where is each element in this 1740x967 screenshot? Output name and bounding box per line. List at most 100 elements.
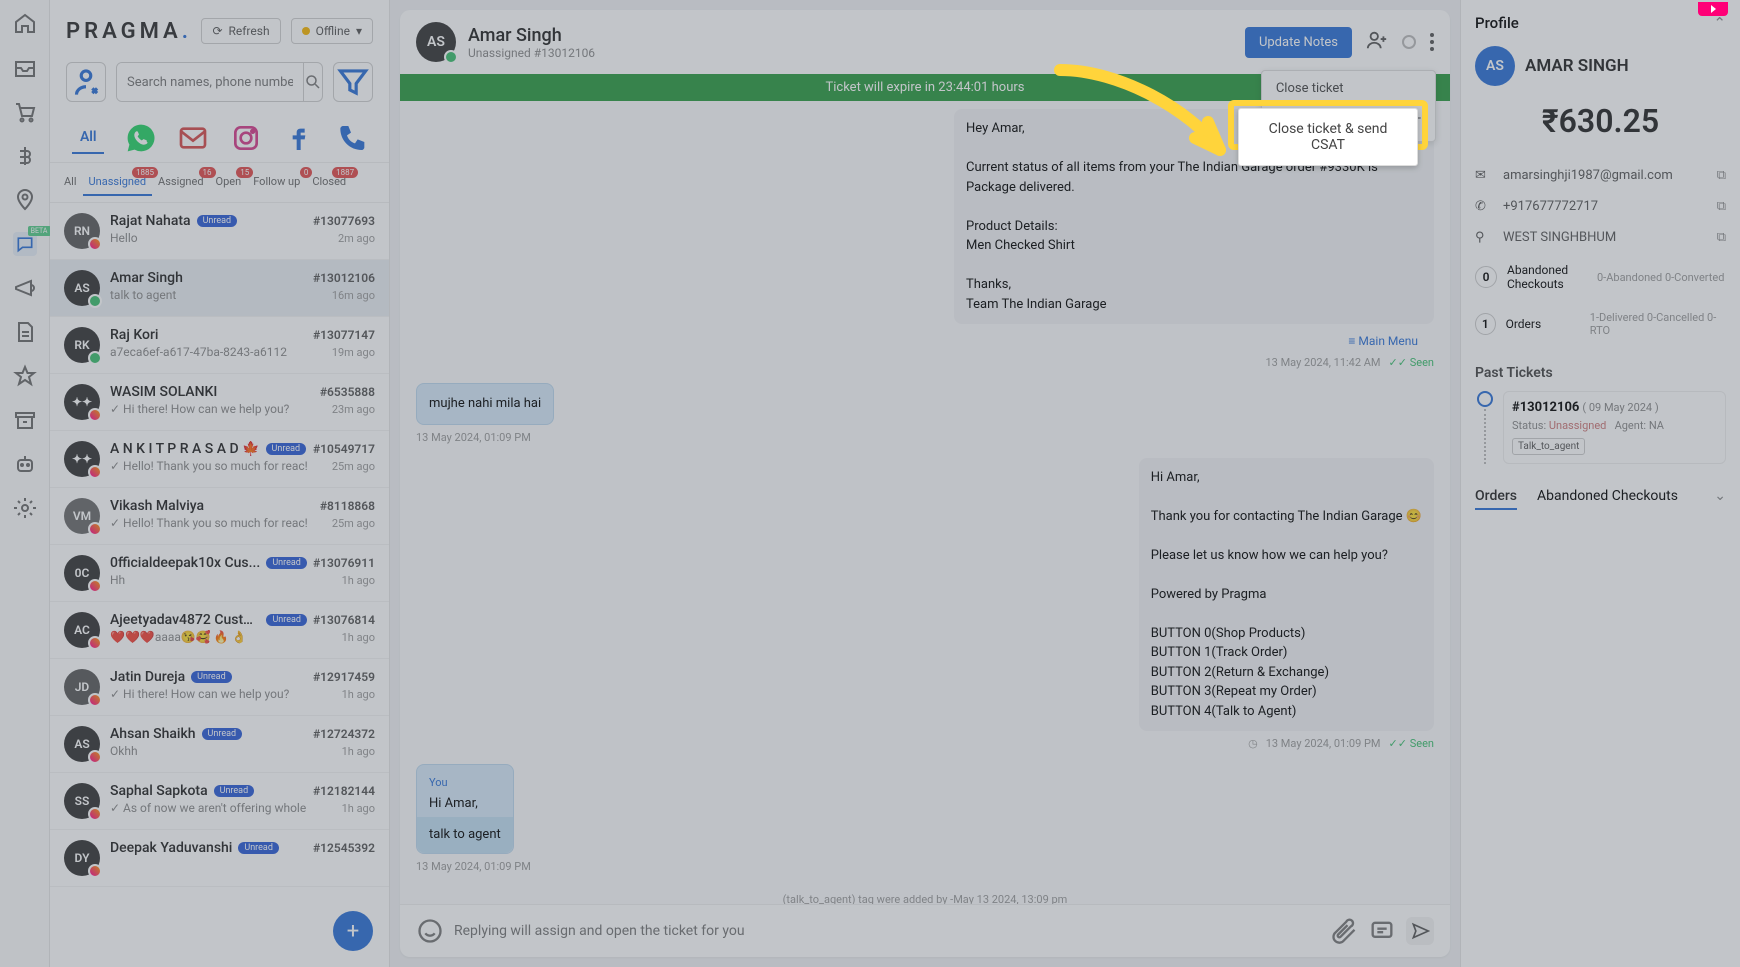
- instagram-icon[interactable]: [230, 122, 262, 154]
- avatar: DY: [64, 840, 100, 876]
- facebook-icon[interactable]: [282, 122, 314, 154]
- conversation-item[interactable]: ✦✦ WASIM SOLANKI#6535888 ✓ Hi there! How…: [50, 374, 389, 431]
- conversation-snippet: ✓ Hi there! How can we help you?: [110, 687, 342, 701]
- conversation-time: 1h ago: [342, 688, 375, 701]
- copy-icon[interactable]: ⧉: [1717, 168, 1726, 183]
- search-button[interactable]: [303, 63, 322, 101]
- inbox-icon[interactable]: [13, 56, 37, 80]
- filter-tab[interactable]: Open15: [210, 169, 248, 196]
- conversation-item[interactable]: JD Jatin DurejaUnread#12917459 ✓ Hi ther…: [50, 659, 389, 716]
- conversation-item[interactable]: SS Saphal SapkotaUnread#12182144 ✓ As of…: [50, 773, 389, 830]
- conversation-sidebar: PRAGMA. ⟳ Refresh Offline ▾ All AllUnass…: [50, 0, 390, 967]
- conversation-name: Ahsan Shaikh: [110, 726, 196, 742]
- conversation-item[interactable]: RN Rajat NahataUnread#13077693 Hello2m a…: [50, 203, 389, 260]
- collapse-icon[interactable]: ⌃: [1713, 14, 1726, 32]
- bot-icon[interactable]: [13, 452, 37, 476]
- channel-all[interactable]: All: [72, 122, 104, 154]
- conversation-item[interactable]: VM Vikash Malviya#8118868 ✓ Hello! Thank…: [50, 488, 389, 545]
- filter-button[interactable]: [333, 62, 373, 102]
- avatar: SS: [64, 783, 100, 819]
- filter-tab[interactable]: All: [58, 169, 83, 196]
- timeline-icon: [1475, 391, 1495, 464]
- cart-icon[interactable]: [13, 100, 37, 124]
- avatar: ✦✦: [64, 441, 100, 477]
- conversation-item[interactable]: ✦✦ A N K I T P R A S A D 🍁Unread#1054971…: [50, 431, 389, 488]
- message-meta: 13 May 2024, 01:09 PM: [416, 431, 531, 444]
- profile-email: amarsinghji1987@gmail.com: [1503, 168, 1673, 183]
- conversation-time: 1h ago: [342, 802, 375, 815]
- conversation-item[interactable]: DY Deepak YaduvanshiUnread#12545392: [50, 830, 389, 887]
- chevron-down-icon[interactable]: ⌄: [1714, 488, 1726, 510]
- send-button[interactable]: [1406, 917, 1434, 945]
- compose-input[interactable]: [454, 923, 1320, 939]
- whatsapp-icon[interactable]: [125, 122, 157, 154]
- past-ticket[interactable]: #13012106 ( 09 May 2024 ) Status: Unassi…: [1503, 391, 1726, 464]
- settings-icon[interactable]: [13, 496, 37, 520]
- doc-icon[interactable]: [13, 320, 37, 344]
- more-menu-icon[interactable]: [1430, 33, 1434, 51]
- unread-badge: Unread: [191, 671, 232, 683]
- conversation-list[interactable]: RN Rajat NahataUnread#13077693 Hello2m a…: [50, 203, 389, 967]
- filter-tab[interactable]: Closed1887: [306, 169, 352, 196]
- profile-avatar: AS: [1475, 46, 1515, 86]
- status-indicator-icon[interactable]: [1402, 35, 1416, 49]
- unread-badge: Unread: [238, 842, 279, 854]
- broadcast-icon[interactable]: [13, 276, 37, 300]
- chat-panel: AS Amar Singh Unassigned #13012106 Updat…: [390, 0, 1460, 967]
- add-agent-icon[interactable]: [1366, 29, 1388, 55]
- avatar: AS: [64, 726, 100, 762]
- close-ticket-option[interactable]: Close ticket: [1262, 71, 1435, 106]
- filter-tab[interactable]: Unassigned1885: [83, 169, 153, 196]
- conversation-snippet: Okhh: [110, 744, 342, 758]
- revenue-icon[interactable]: [13, 144, 37, 168]
- update-notes-button[interactable]: Update Notes: [1245, 27, 1352, 58]
- assign-shuffle-button[interactable]: [66, 62, 106, 102]
- attach-icon[interactable]: [1330, 917, 1358, 945]
- conversation-item[interactable]: 0C 0fficialdeepak10x Cus...Unread#130769…: [50, 545, 389, 602]
- orders-tab[interactable]: Orders: [1475, 488, 1517, 510]
- chat-title: Amar Singh: [468, 25, 595, 46]
- status-toggle[interactable]: Offline ▾: [291, 18, 373, 44]
- conversation-name: WASIM SOLANKI: [110, 384, 217, 400]
- close-ticket-csat-option[interactable]: Close ticket & send CSAT: [1262, 106, 1435, 141]
- filter-tab[interactable]: Follow up0: [247, 169, 306, 196]
- conversation-snippet: ❤️❤️❤️aaaa😘🥰 🔥 👌: [110, 630, 342, 644]
- emoji-icon[interactable]: [416, 917, 444, 945]
- filter-tab[interactable]: Assigned16: [152, 169, 210, 196]
- conversation-snippet: Hh: [110, 573, 342, 587]
- conversation-name: Jatin Dureja: [110, 669, 185, 685]
- search-input[interactable]: [117, 63, 303, 101]
- record-indicator[interactable]: [1698, 2, 1728, 16]
- app-rail: [0, 0, 50, 967]
- home-icon[interactable]: [13, 12, 37, 36]
- new-conversation-button[interactable]: +: [333, 911, 373, 951]
- avatar: RN: [64, 213, 100, 249]
- conversation-item[interactable]: AS Amar Singh#13012106 talk to agent16m …: [50, 260, 389, 317]
- ticket-id: #8118868: [320, 499, 375, 513]
- copy-icon[interactable]: ⧉: [1717, 199, 1726, 214]
- star-icon[interactable]: [13, 364, 37, 388]
- avatar: 0C: [64, 555, 100, 591]
- abandoned-tab[interactable]: Abandoned Checkouts: [1537, 488, 1678, 510]
- template-icon[interactable]: [1368, 917, 1396, 945]
- conversation-time: 1h ago: [342, 631, 375, 644]
- conversation-item[interactable]: AS Ahsan ShaikhUnread#12724372 Okhh1h ag…: [50, 716, 389, 773]
- main-menu-link[interactable]: ≡ Main Menu: [1348, 334, 1418, 348]
- refresh-button[interactable]: ⟳ Refresh: [201, 18, 280, 44]
- copy-icon[interactable]: ⧉: [1717, 230, 1726, 245]
- archive-icon[interactable]: [13, 408, 37, 432]
- conversation-item[interactable]: RK Raj Kori#13077147 a7eca6ef-a617-47ba-…: [50, 317, 389, 374]
- conversation-snippet: Hello: [110, 231, 338, 245]
- location-icon[interactable]: [13, 188, 37, 212]
- mail-icon: ✉: [1475, 168, 1493, 183]
- conversation-time: 1h ago: [342, 745, 375, 758]
- message-out-you: You Hi Amar, talk to agent: [416, 764, 514, 854]
- conversation-name: Vikash Malviya: [110, 498, 204, 514]
- brand-logo: PRAGMA.: [66, 19, 192, 44]
- phone-icon: ✆: [1475, 199, 1493, 214]
- conversation-item[interactable]: AC Ajeetyadav4872 Custo...Unread#1307681…: [50, 602, 389, 659]
- email-icon[interactable]: [177, 122, 209, 154]
- chat-messages[interactable]: Hey Amar, Current status of all items fr…: [400, 101, 1450, 904]
- chat-icon[interactable]: [13, 232, 37, 256]
- phone-icon[interactable]: [335, 122, 367, 154]
